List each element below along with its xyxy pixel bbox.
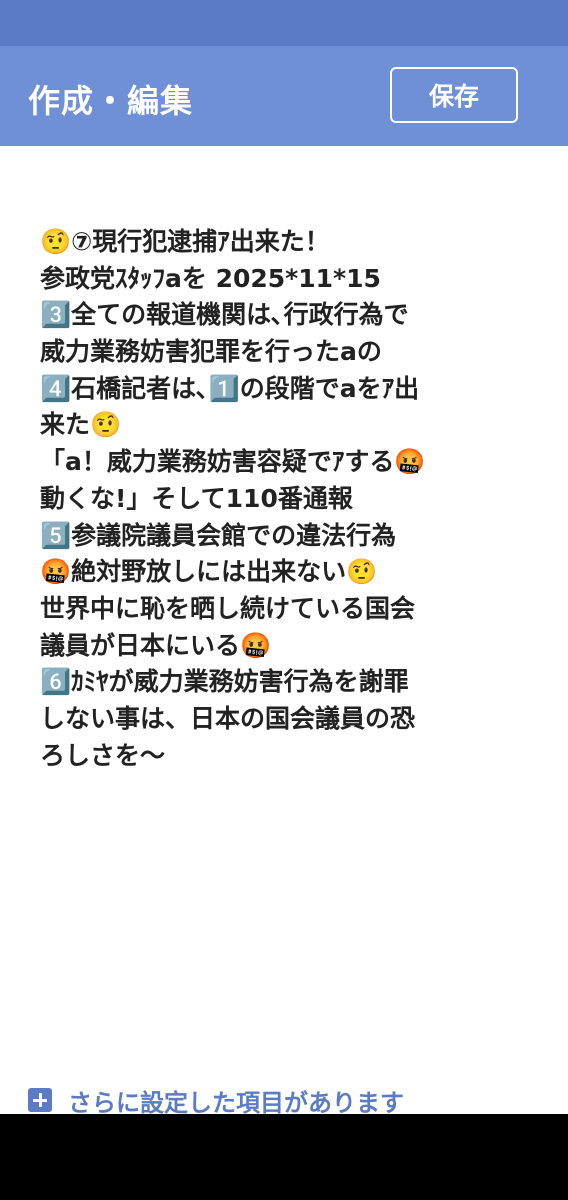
editor-line: 🤨⑦現行犯逮捕ｱ出来た！ <box>40 227 330 256</box>
editor-line: しない事は、日本の国会議員の恐 <box>40 703 416 733</box>
editor-line: 議員が日本にいる🤬 <box>40 630 272 660</box>
editor-line: 4️⃣石橋記者は､1️⃣の段階でaをｱ出 <box>40 373 420 403</box>
status-bar <box>0 0 568 46</box>
editor-line: 参政党ｽﾀｯﾌaを 2025*11*15 <box>40 263 381 293</box>
navigation-bar <box>0 1114 568 1200</box>
editor-line: ろしさを～ <box>40 740 166 770</box>
editor-line: 🤬絶対野放しには出来ない🤨 <box>40 557 378 587</box>
editor-line: 動くな!」そして110番通報 <box>40 483 353 513</box>
editor-line: 世界中に恥を晒し続けている国会 <box>40 593 416 623</box>
editor-line: 5️⃣参議院議員会館での違法行為 <box>40 520 397 550</box>
editor-line: 3️⃣全ての報道機関は､行政行為で <box>40 300 409 330</box>
header-bar: 作成・編集 保存 <box>0 46 568 146</box>
editor-line: 6️⃣ｶﾐﾔが威力業務妨害行為を謝罪 <box>40 667 409 697</box>
plus-icon <box>28 1088 52 1112</box>
editor-line: 来た🤨 <box>40 410 122 440</box>
post-text-editor[interactable]: 🤨⑦現行犯逮捕ｱ出来た！ 参政党ｽﾀｯﾌaを 2025*11*15 3️⃣全ての… <box>40 224 540 774</box>
more-settings-link[interactable]: さらに設定した項目があります <box>28 1082 404 1118</box>
more-settings-label: さらに設定した項目があります <box>68 1088 404 1117</box>
page-title: 作成・編集 <box>28 82 194 120</box>
editor-line: 「a！威力業務妨害容疑でｱする🤬 <box>40 447 426 477</box>
save-button[interactable]: 保存 <box>390 67 518 123</box>
editor-line: 威力業務妨害犯罪を行ったaの <box>40 337 382 367</box>
